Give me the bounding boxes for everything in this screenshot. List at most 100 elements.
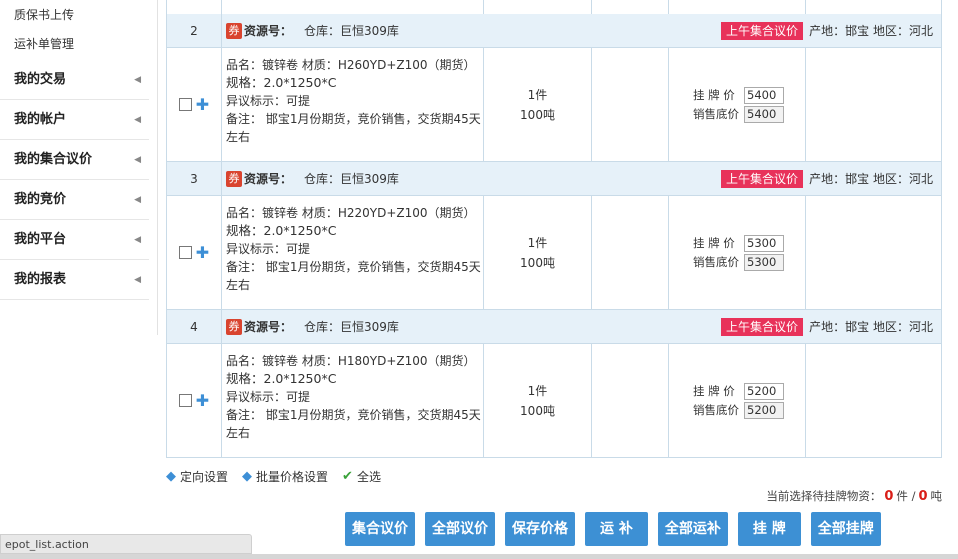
origin-region: 产地：邯宝 地区：河北 [809, 320, 933, 334]
sidebar-item-my-bidding[interactable]: 我的竞价 ◀ [0, 180, 149, 220]
sidebar-item-label: 我的交易 [14, 72, 67, 87]
chevron-left-icon: ◀ [134, 115, 141, 125]
listing-row: ✚ 品名：镀锌卷 材质：H260YD+Z100（期货） 规格：2.0*1250*… [166, 48, 942, 162]
transport-all-button[interactable]: 全部运补 [657, 512, 728, 546]
sidebar-item-my-account[interactable]: 我的帐户 ◀ [0, 100, 149, 140]
sidebar-item-my-trades[interactable]: 我的交易 ◀ [0, 60, 149, 100]
list-button[interactable]: 挂 牌 [737, 512, 801, 546]
chevron-left-icon: ◀ [134, 75, 141, 85]
row-number: 3 [167, 162, 222, 195]
plus-icon[interactable]: ✚ [196, 245, 209, 261]
resource-info: 券 资源号： 仓库：巨恒309库 [222, 170, 399, 187]
price-cell: 挂 牌 价 销售底价 [669, 48, 806, 161]
status-badge: 上午集合议价 [720, 170, 803, 188]
remark: 备注： 邯宝1月份期货，竞价销售，交货期45天左右 [226, 260, 481, 292]
warehouse: 仓库：巨恒309库 [304, 24, 399, 38]
empty-cell [806, 344, 941, 457]
sidebar-item-transport-order-mgmt[interactable]: 运补单管理 [0, 28, 157, 60]
row-checkbox[interactable] [178, 98, 192, 111]
floor-price-label: 销售底价 [693, 107, 739, 121]
price-cell: 挂 牌 价 销售底价 [669, 196, 806, 309]
quantity-pieces: 1件 [527, 87, 548, 102]
sidebar-item-label: 我的报表 [14, 272, 67, 287]
listing-header: 4 券 资源号： 仓库：巨恒309库 上午集合议价 产地：邯宝 地区：河北 [166, 310, 942, 344]
remark: 备注： 邯宝1月份期货，竞价销售，交货期45天左右 [226, 408, 481, 440]
resource-number-label: 资源号： [244, 24, 293, 38]
transport-supplement-button[interactable]: 运 补 [585, 512, 648, 546]
origin-region: 产地：邯宝 地区：河北 [809, 24, 933, 38]
product-spec: 规格：2.0*1250*C [226, 75, 337, 90]
quantity: 1件 100吨 [484, 196, 592, 309]
floor-price-field [744, 253, 784, 271]
plus-icon[interactable]: ✚ [196, 97, 209, 113]
objection-tag: 异议标示：可提 [226, 242, 311, 256]
resource-number-label: 资源号： [244, 172, 293, 186]
list-price-input[interactable] [744, 234, 784, 252]
chevron-left-icon: ◀ [134, 155, 141, 165]
listing-row: ✚ 品名：镀锌卷 材质：H220YD+Z100（期货） 规格：2.0*1250*… [166, 196, 942, 310]
origin-region: 产地：邯宝 地区：河北 [809, 172, 933, 186]
table-top-edge [166, 0, 942, 14]
row-checkbox[interactable] [178, 246, 192, 259]
row-number: 2 [167, 14, 222, 47]
sidebar-item-my-platform[interactable]: 我的平台 ◀ [0, 220, 149, 260]
ticket-icon: 券 [226, 170, 242, 187]
sidebar-item-quality-cert-upload[interactable]: 质保书上传 [0, 0, 157, 28]
quantity-weight: 100吨 [520, 403, 555, 418]
product-description: 品名：镀锌卷 材质：H260YD+Z100（期货） 规格：2.0*1250*C … [222, 48, 484, 161]
directed-settings-link[interactable]: ◆ 定向设置 [166, 468, 228, 485]
checkmark-icon: ✔ [342, 469, 353, 484]
bargain-all-button[interactable]: 全部议价 [425, 512, 495, 546]
sidebar-item-label: 我的平台 [14, 232, 67, 247]
row-controls: ✚ [167, 48, 222, 161]
product-name: 品名：镀锌卷 材质：H180YD+Z100（期货） [226, 354, 476, 368]
empty-cell [592, 48, 669, 161]
empty-cell [806, 196, 941, 309]
row-checkbox[interactable] [178, 394, 192, 407]
selection-summary: 当前选择待挂牌物资： 0 件 /0 吨 [766, 488, 942, 504]
quantity-weight: 100吨 [520, 107, 555, 122]
tag-icon: ◆ [166, 469, 176, 484]
row-number: 4 [167, 310, 222, 343]
tons-unit: 吨 [930, 489, 943, 503]
objection-tag: 异议标示：可提 [226, 94, 311, 108]
sidebar-item-label: 我的集合议价 [14, 152, 93, 167]
sidebar-item-label: 我的帐户 [14, 112, 67, 127]
row-controls: ✚ [167, 344, 222, 457]
quantity: 1件 100吨 [484, 48, 592, 161]
action-buttons: 集合议价 全部议价 保存价格 运 补 全部运补 挂 牌 全部挂牌 [345, 512, 891, 546]
quantity-pieces: 1件 [527, 383, 548, 398]
batch-price-settings-label: 批量价格设置 [256, 470, 329, 484]
sidebar-item-my-reports[interactable]: 我的报表 ◀ [0, 260, 149, 300]
objection-tag: 异议标示：可提 [226, 390, 311, 404]
save-price-button[interactable]: 保存价格 [505, 512, 575, 546]
product-name: 品名：镀锌卷 材质：H260YD+Z100（期货） [226, 58, 476, 72]
batch-price-settings-link[interactable]: ◆ 批量价格设置 [242, 468, 328, 485]
ticket-icon: 券 [226, 22, 242, 39]
list-price-input[interactable] [744, 86, 784, 104]
browser-status-bar: epot_list.action [0, 534, 252, 554]
ticket-icon: 券 [226, 318, 242, 335]
listing-table: 2 券 资源号： 仓库：巨恒309库 上午集合议价 产地：邯宝 地区：河北 ✚ … [166, 0, 942, 458]
product-description: 品名：镀锌卷 材质：H180YD+Z100（期货） 规格：2.0*1250*C … [222, 344, 484, 457]
select-all-link[interactable]: ✔ 全选 [342, 468, 381, 485]
bottom-divider [0, 554, 958, 559]
group-bargain-button[interactable]: 集合议价 [345, 512, 415, 546]
plus-icon[interactable]: ✚ [196, 393, 209, 409]
list-all-button[interactable]: 全部挂牌 [810, 512, 881, 546]
floor-price-field [744, 105, 784, 123]
list-price-input[interactable] [744, 382, 784, 400]
status-badge: 上午集合议价 [720, 22, 803, 40]
list-price-label: 挂 牌 价 [693, 384, 735, 398]
sidebar-item-my-group-bargain[interactable]: 我的集合议价 ◀ [0, 140, 149, 180]
empty-cell [592, 196, 669, 309]
batch-tools: ◆ 定向设置 ◆ 批量价格设置 ✔ 全选 [166, 468, 395, 485]
row-controls: ✚ [167, 196, 222, 309]
chevron-left-icon: ◀ [134, 275, 141, 285]
floor-price-label: 销售底价 [693, 403, 739, 417]
listing-header: 3 券 资源号： 仓库：巨恒309库 上午集合议价 产地：邯宝 地区：河北 [166, 162, 942, 196]
selected-pieces-count: 0 [884, 489, 894, 504]
resource-info: 券 资源号： 仓库：巨恒309库 [222, 318, 399, 335]
price-cell: 挂 牌 价 销售底价 [669, 344, 806, 457]
product-spec: 规格：2.0*1250*C [226, 371, 337, 386]
